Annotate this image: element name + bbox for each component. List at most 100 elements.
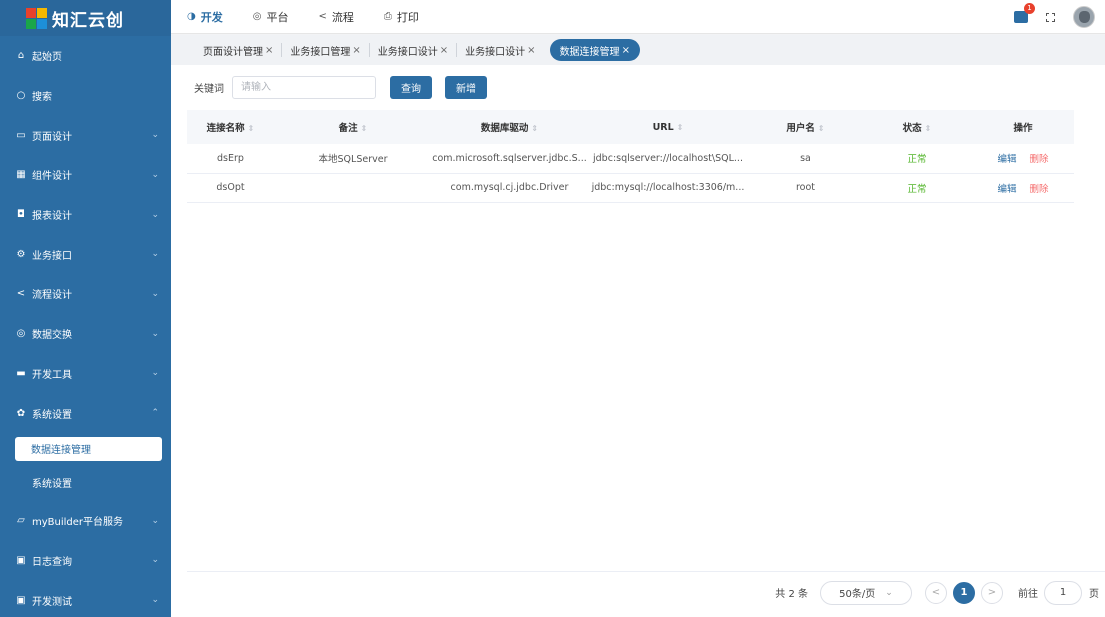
sidebar-item-flow-design[interactable]: < 流程设计 ⌄ <box>0 274 171 314</box>
tools-icon: ▬ <box>16 367 26 379</box>
gear-icon: ⚙ <box>16 248 26 260</box>
cell-remark <box>274 173 432 202</box>
dev-icon: ◑ <box>187 11 196 22</box>
keyword-input[interactable] <box>232 75 376 99</box>
edit-link[interactable]: 编辑 <box>997 154 1016 165</box>
delete-link[interactable]: 删除 <box>1030 184 1049 195</box>
sidebar-item-business-api[interactable]: ⚙ 业务接口 ⌄ <box>0 234 171 274</box>
tab-label: 业务接口管理 <box>290 46 351 58</box>
logo-icon <box>26 7 47 29</box>
table-row[interactable]: dsOpt com.mysql.cj.jdbc.Driver jdbc:mysq… <box>187 173 1074 202</box>
topnav-platform[interactable]: ◎ 平台 <box>253 9 289 25</box>
close-icon[interactable]: × <box>622 45 630 56</box>
tab-business-api-manage[interactable]: 业务接口管理 × <box>282 43 370 58</box>
sidebar-item-label: 页面设计 <box>32 131 72 143</box>
avatar[interactable] <box>1073 6 1095 28</box>
sidebar-item-label: 组件设计 <box>32 171 72 183</box>
chevron-down-icon: ⌄ <box>151 169 159 180</box>
next-page-button[interactable]: > <box>981 581 1003 604</box>
tab-business-api-design-1[interactable]: 业务接口设计 × <box>370 43 458 58</box>
top-right-tools: 1 <box>1014 0 1095 34</box>
sidebar-item-component-design[interactable]: ▦ 组件设计 ⌄ <box>0 155 171 195</box>
sidebar-item-search[interactable]: ○ 搜索 <box>0 76 171 116</box>
log-icon: ▣ <box>16 554 26 566</box>
cell-user: root <box>795 182 816 193</box>
add-button[interactable]: 新增 <box>445 75 487 99</box>
tab-business-api-design-2[interactable]: 业务接口设计 × <box>457 43 543 58</box>
grid-icon: ▦ <box>16 169 26 181</box>
topnav-label: 开发 <box>200 10 223 24</box>
sidebar-item-label: 报表设计 <box>32 211 72 223</box>
sort-icon: ⇕ <box>817 124 825 133</box>
sidebar-item-label: 开发测试 <box>32 596 72 608</box>
column-header-driver[interactable]: 数据库驱动 ⇕ <box>432 110 587 144</box>
close-icon[interactable]: × <box>440 45 448 56</box>
sidebar-item-label: 搜索 <box>32 92 52 104</box>
sidebar-item-dev-test[interactable]: ▣ 开发测试 ⌄ <box>0 580 171 617</box>
edit-link[interactable]: 编辑 <box>997 184 1016 195</box>
sort-icon: ⇕ <box>360 124 368 133</box>
app-logo[interactable]: 知汇云创 <box>0 0 171 36</box>
sidebar-item-data-exchange[interactable]: ◎ 数据交换 ⌄ <box>0 314 171 354</box>
app-title: 知汇云创 <box>52 10 124 31</box>
sidebar-subitem-data-connection[interactable]: 数据连接管理 <box>15 436 162 461</box>
close-icon[interactable]: × <box>352 45 360 56</box>
chevron-down-icon: ⌄ <box>151 595 159 606</box>
report-icon: ◘ <box>17 209 25 221</box>
sidebar-item-label: 系统设置 <box>32 409 72 421</box>
sidebar-item-mybuilder[interactable]: ▱ myBuilder平台服务 ⌄ <box>0 501 171 541</box>
prev-page-button[interactable]: < <box>925 581 947 604</box>
platform-icon: ◎ <box>252 11 262 22</box>
tab-data-connection-manage[interactable]: 数据连接管理 × <box>549 39 640 61</box>
table-row[interactable]: dsErp 本地SQLServer com.microsoft.sqlserve… <box>187 144 1074 173</box>
close-icon[interactable]: × <box>527 45 535 56</box>
cell-actions: 编辑 删除 <box>972 144 1074 173</box>
topnav-dev[interactable]: ◑ 开发 <box>187 9 223 25</box>
pagination: 共 2 条 50条/页 ⌄ < 1 > 前往 1 页 <box>187 571 1105 613</box>
goto-page-input[interactable]: 1 <box>1044 580 1082 605</box>
tab-page-design-manage[interactable]: 页面设计管理 × <box>195 43 283 58</box>
notification-badge: 1 <box>1024 3 1035 14</box>
sidebar-item-home[interactable]: ⌂ 起始页 <box>0 36 171 76</box>
sidebar-item-system-settings[interactable]: ✿ 系统设置 ⌃ <box>0 393 171 433</box>
delete-link[interactable]: 删除 <box>1030 154 1049 165</box>
sort-icon: ⇕ <box>531 124 539 133</box>
column-header-url[interactable]: URL ⇕ <box>587 110 749 144</box>
topnav-label: 平台 <box>266 10 289 24</box>
chevron-down-icon: ⌄ <box>885 587 893 598</box>
query-button[interactable]: 查询 <box>390 75 432 99</box>
sidebar-item-label: myBuilder平台服务 <box>32 517 124 529</box>
cell-url: jdbc:sqlserver://localhost\SQL... <box>593 152 743 164</box>
page-size-value: 50条/页 <box>839 589 876 600</box>
main-content: 关键词 查询 新增 连接名称⇕ 备注⇕ 数据库驱动⇕ URL⇕ 用户名⇕ 状态⇕… <box>171 65 1105 617</box>
cell-status: 正常 <box>907 154 927 166</box>
column-header-user[interactable]: 用户名 ⇕ <box>749 110 862 144</box>
chevron-down-icon: ⌄ <box>151 130 159 141</box>
sidebar-item-page-design[interactable]: ▭ 页面设计 ⌄ <box>0 115 171 155</box>
tab-label: 页面设计管理 <box>203 46 263 58</box>
column-header-remark[interactable]: 备注 ⇕ <box>274 110 432 144</box>
sidebar-subitem-system-settings[interactable]: 系统设置 <box>0 465 171 501</box>
sidebar-item-report-design[interactable]: ◘ 报表设计 ⌄ <box>0 195 171 235</box>
topnav-print[interactable]: ⎙ 打印 <box>384 9 419 25</box>
column-header-status[interactable]: 状态 ⇕ <box>862 110 972 144</box>
close-icon[interactable]: × <box>265 45 273 56</box>
sort-icon: ⇕ <box>676 122 684 132</box>
sidebar-item-log-query[interactable]: ▣ 日志查询 ⌄ <box>0 541 171 581</box>
connection-table: 连接名称 ⇕ 备注 ⇕ 数据库驱动 ⇕ URL ⇕ 用户名 ⇕ 状态 ⇕ 操作 dsErp … <box>187 110 1074 203</box>
tab-label: 业务接口设计 <box>465 46 526 58</box>
chevron-up-icon: ⌃ <box>151 408 159 419</box>
page-size-select[interactable]: 50条/页 ⌄ <box>820 580 912 605</box>
cup-icon: ▱ <box>17 515 25 527</box>
sidebar-item-dev-tools[interactable]: ▬ 开发工具 ⌄ <box>0 354 171 394</box>
column-header-name[interactable]: 连接名称 ⇕ <box>187 110 274 144</box>
message-icon[interactable]: 1 <box>1014 3 1035 23</box>
chevron-down-icon: ⌄ <box>151 209 159 220</box>
sort-icon: ⇕ <box>247 124 255 133</box>
total-count: 共 2 条 <box>775 589 808 600</box>
settings-icon: ✿ <box>16 407 26 419</box>
topnav-flow[interactable]: < 流程 <box>318 9 353 25</box>
fullscreen-icon[interactable] <box>1046 12 1055 22</box>
table-header: 连接名称 ⇕ 备注 ⇕ 数据库驱动 ⇕ URL ⇕ 用户名 ⇕ 状态 ⇕ 操作 <box>187 110 1074 144</box>
page-number[interactable]: 1 <box>953 581 975 604</box>
